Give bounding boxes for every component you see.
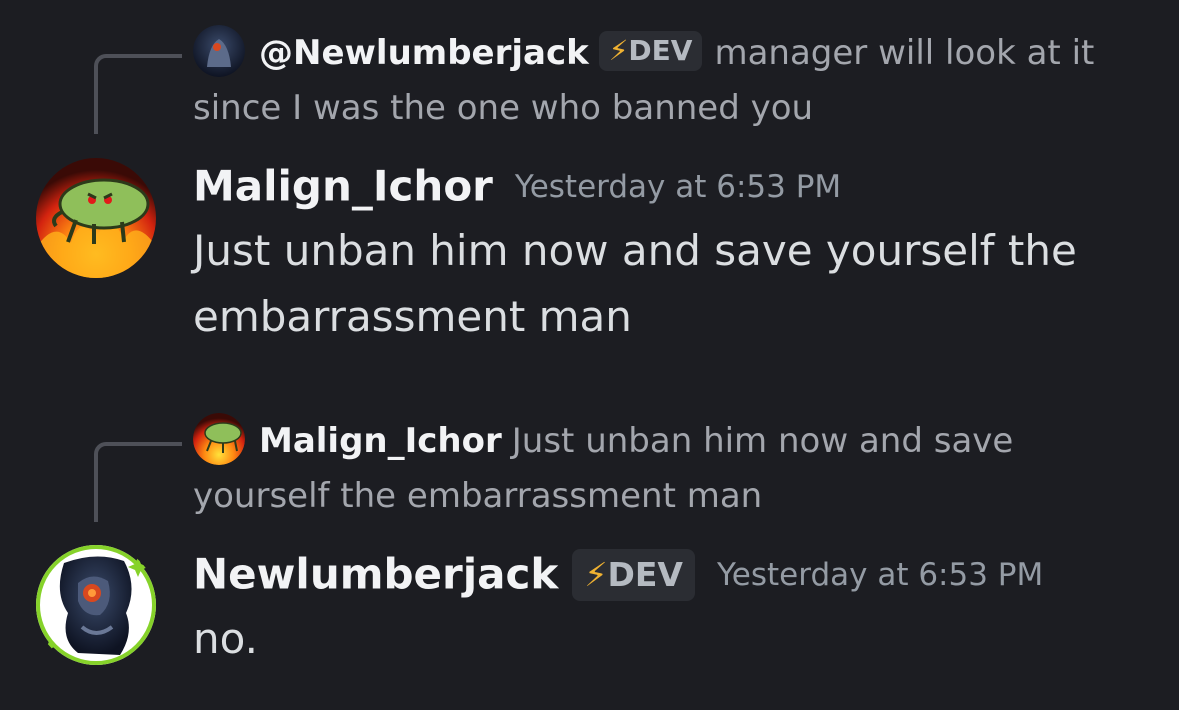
- badge-label: DEV: [607, 554, 683, 594]
- badge-label: DEV: [628, 33, 693, 67]
- reply-author[interactable]: @Newlumberjack: [259, 33, 589, 73]
- reply-avatar-newlumberjack: [193, 24, 245, 77]
- author-name[interactable]: Newlumberjack: [193, 550, 558, 599]
- avatar-malign-ichor[interactable]: [36, 158, 156, 278]
- reply-spine: [94, 54, 182, 134]
- avatar-newlumberjack[interactable]: [34, 543, 158, 667]
- dev-badge: ⚡DEV: [598, 30, 703, 71]
- author-name[interactable]: Malign_Ichor: [193, 162, 493, 211]
- message-header: Newlumberjack ⚡DEV Yesterday at 6:53 PM: [193, 545, 1043, 604]
- reply-preview[interactable]: Malign_Ichor Just unban him now and save …: [193, 412, 1133, 523]
- reply-author[interactable]: Malign_Ichor: [259, 421, 502, 461]
- timestamp: Yesterday at 6:53 PM: [716, 556, 1044, 593]
- lightning-icon: ⚡: [584, 554, 608, 594]
- lightning-icon: ⚡: [608, 33, 629, 67]
- message-content: no.: [193, 614, 258, 663]
- chat-log: @Newlumberjack ⚡DEV manager will look at i…: [0, 0, 1179, 710]
- message-header: Malign_Ichor Yesterday at 6:53 PM: [193, 157, 841, 216]
- reply-spine: [94, 442, 182, 522]
- reply-avatar-malign-ichor: [193, 412, 245, 465]
- message-content: Just unban him now and save yourself the…: [193, 226, 1077, 341]
- dev-badge: ⚡DEV: [572, 548, 695, 601]
- timestamp: Yesterday at 6:53 PM: [514, 168, 842, 205]
- reply-preview[interactable]: @Newlumberjack ⚡DEV manager will look at i…: [193, 24, 1133, 135]
